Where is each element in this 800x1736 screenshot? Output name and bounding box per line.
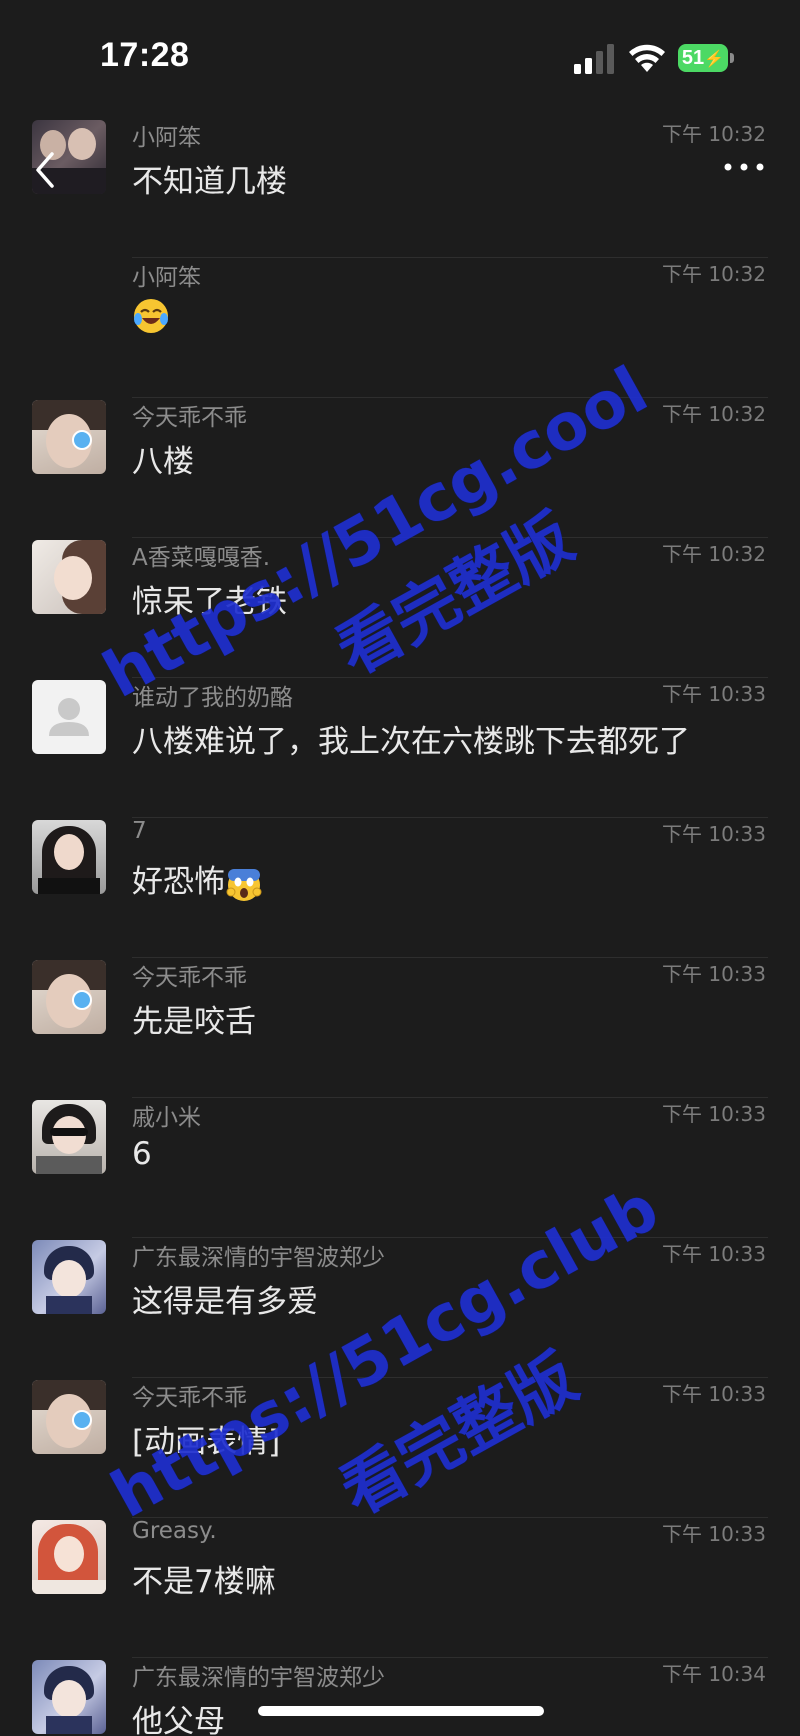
avatar[interactable] [32, 820, 106, 894]
message-time: 下午 10:32 [662, 542, 766, 566]
screaming-emoji-icon [226, 868, 262, 901]
message-text: 先是咬舌 [132, 1004, 256, 1040]
battery-tip [730, 53, 734, 63]
default-avatar[interactable] [32, 680, 106, 754]
back-chevron-icon[interactable] [32, 150, 56, 190]
home-indicator[interactable] [258, 1706, 544, 1716]
message-time: 下午 10:33 [662, 1102, 766, 1126]
message-item[interactable]: 戚小米 下午 10:33 6 [0, 1098, 800, 1238]
message-text: 八楼 [132, 444, 194, 480]
chat-screen: 17:28 51⚡ 小阿笨 下午 10:32 不知道几楼 小阿笨 下午 10:3… [0, 0, 800, 1736]
battery-level: 51 [681, 47, 705, 69]
wifi-icon [629, 44, 665, 72]
avatar[interactable] [32, 1520, 106, 1594]
avatar[interactable] [32, 1240, 106, 1314]
message-item[interactable]: 广东最深情的宇智波郑少 下午 10:34 他父母 [0, 1658, 800, 1736]
message-content: 好恐怖 [132, 856, 263, 903]
crying-laughing-emoji-icon [134, 298, 168, 333]
message-time: 下午 10:33 [662, 1382, 766, 1406]
cellular-signal-icon [574, 44, 614, 74]
sender-name: 广东最深情的宇智波郑少 [132, 1665, 385, 1691]
status-bar: 17:28 51⚡ [0, 0, 800, 118]
more-options-icon[interactable] [722, 160, 766, 174]
avatar[interactable] [32, 1380, 106, 1454]
message-time: 下午 10:34 [662, 1662, 766, 1686]
message-item[interactable]: 小阿笨 下午 10:32 [0, 258, 800, 398]
avatar[interactable] [32, 960, 106, 1034]
message-text: 好恐怖 [132, 864, 225, 900]
sender-name: 7 [132, 818, 147, 844]
charging-bolt-icon: ⚡ [704, 51, 725, 68]
message-time: 下午 10:32 [662, 122, 766, 146]
avatar[interactable] [32, 1660, 106, 1734]
sender-name: 戚小米 [132, 1105, 201, 1131]
message-text: 这得是有多爱 [132, 1284, 318, 1320]
sender-name: 广东最深情的宇智波郑少 [132, 1245, 385, 1271]
battery-indicator: 51⚡ [678, 44, 728, 72]
message-item[interactable]: 今天乖不乖 下午 10:33 先是咬舌 [0, 958, 800, 1098]
sender-name: 今天乖不乖 [132, 965, 247, 991]
message-time: 下午 10:33 [662, 962, 766, 986]
message-time: 下午 10:32 [662, 262, 766, 286]
message-time: 下午 10:33 [662, 1242, 766, 1266]
message-text: 八楼难说了，我上次在六楼跳下去都死了 [132, 724, 690, 760]
message-item[interactable]: 7 下午 10:33 好恐怖 [0, 818, 800, 958]
message-time: 下午 10:33 [662, 1522, 766, 1546]
avatar[interactable] [32, 540, 106, 614]
message-text: 6 [132, 1136, 152, 1172]
message-emoji [132, 296, 170, 335]
sender-name: 小阿笨 [132, 125, 201, 151]
message-time: 下午 10:32 [662, 402, 766, 426]
avatar[interactable] [32, 400, 106, 474]
message-item[interactable]: 小阿笨 下午 10:32 不知道几楼 [0, 118, 800, 258]
sender-name: 今天乖不乖 [132, 405, 247, 431]
message-time: 下午 10:33 [662, 682, 766, 706]
message-time: 下午 10:33 [662, 822, 766, 846]
avatar[interactable] [32, 1100, 106, 1174]
message-text: 他父母 [132, 1704, 225, 1736]
message-text: 不是7楼嘛 [132, 1564, 276, 1600]
message-item[interactable]: Greasy. 下午 10:33 不是7楼嘛 [0, 1518, 800, 1658]
sender-name: 小阿笨 [132, 265, 201, 291]
message-text: 不知道几楼 [132, 164, 287, 200]
status-time: 17:28 [100, 36, 190, 74]
person-placeholder-icon [49, 698, 89, 736]
